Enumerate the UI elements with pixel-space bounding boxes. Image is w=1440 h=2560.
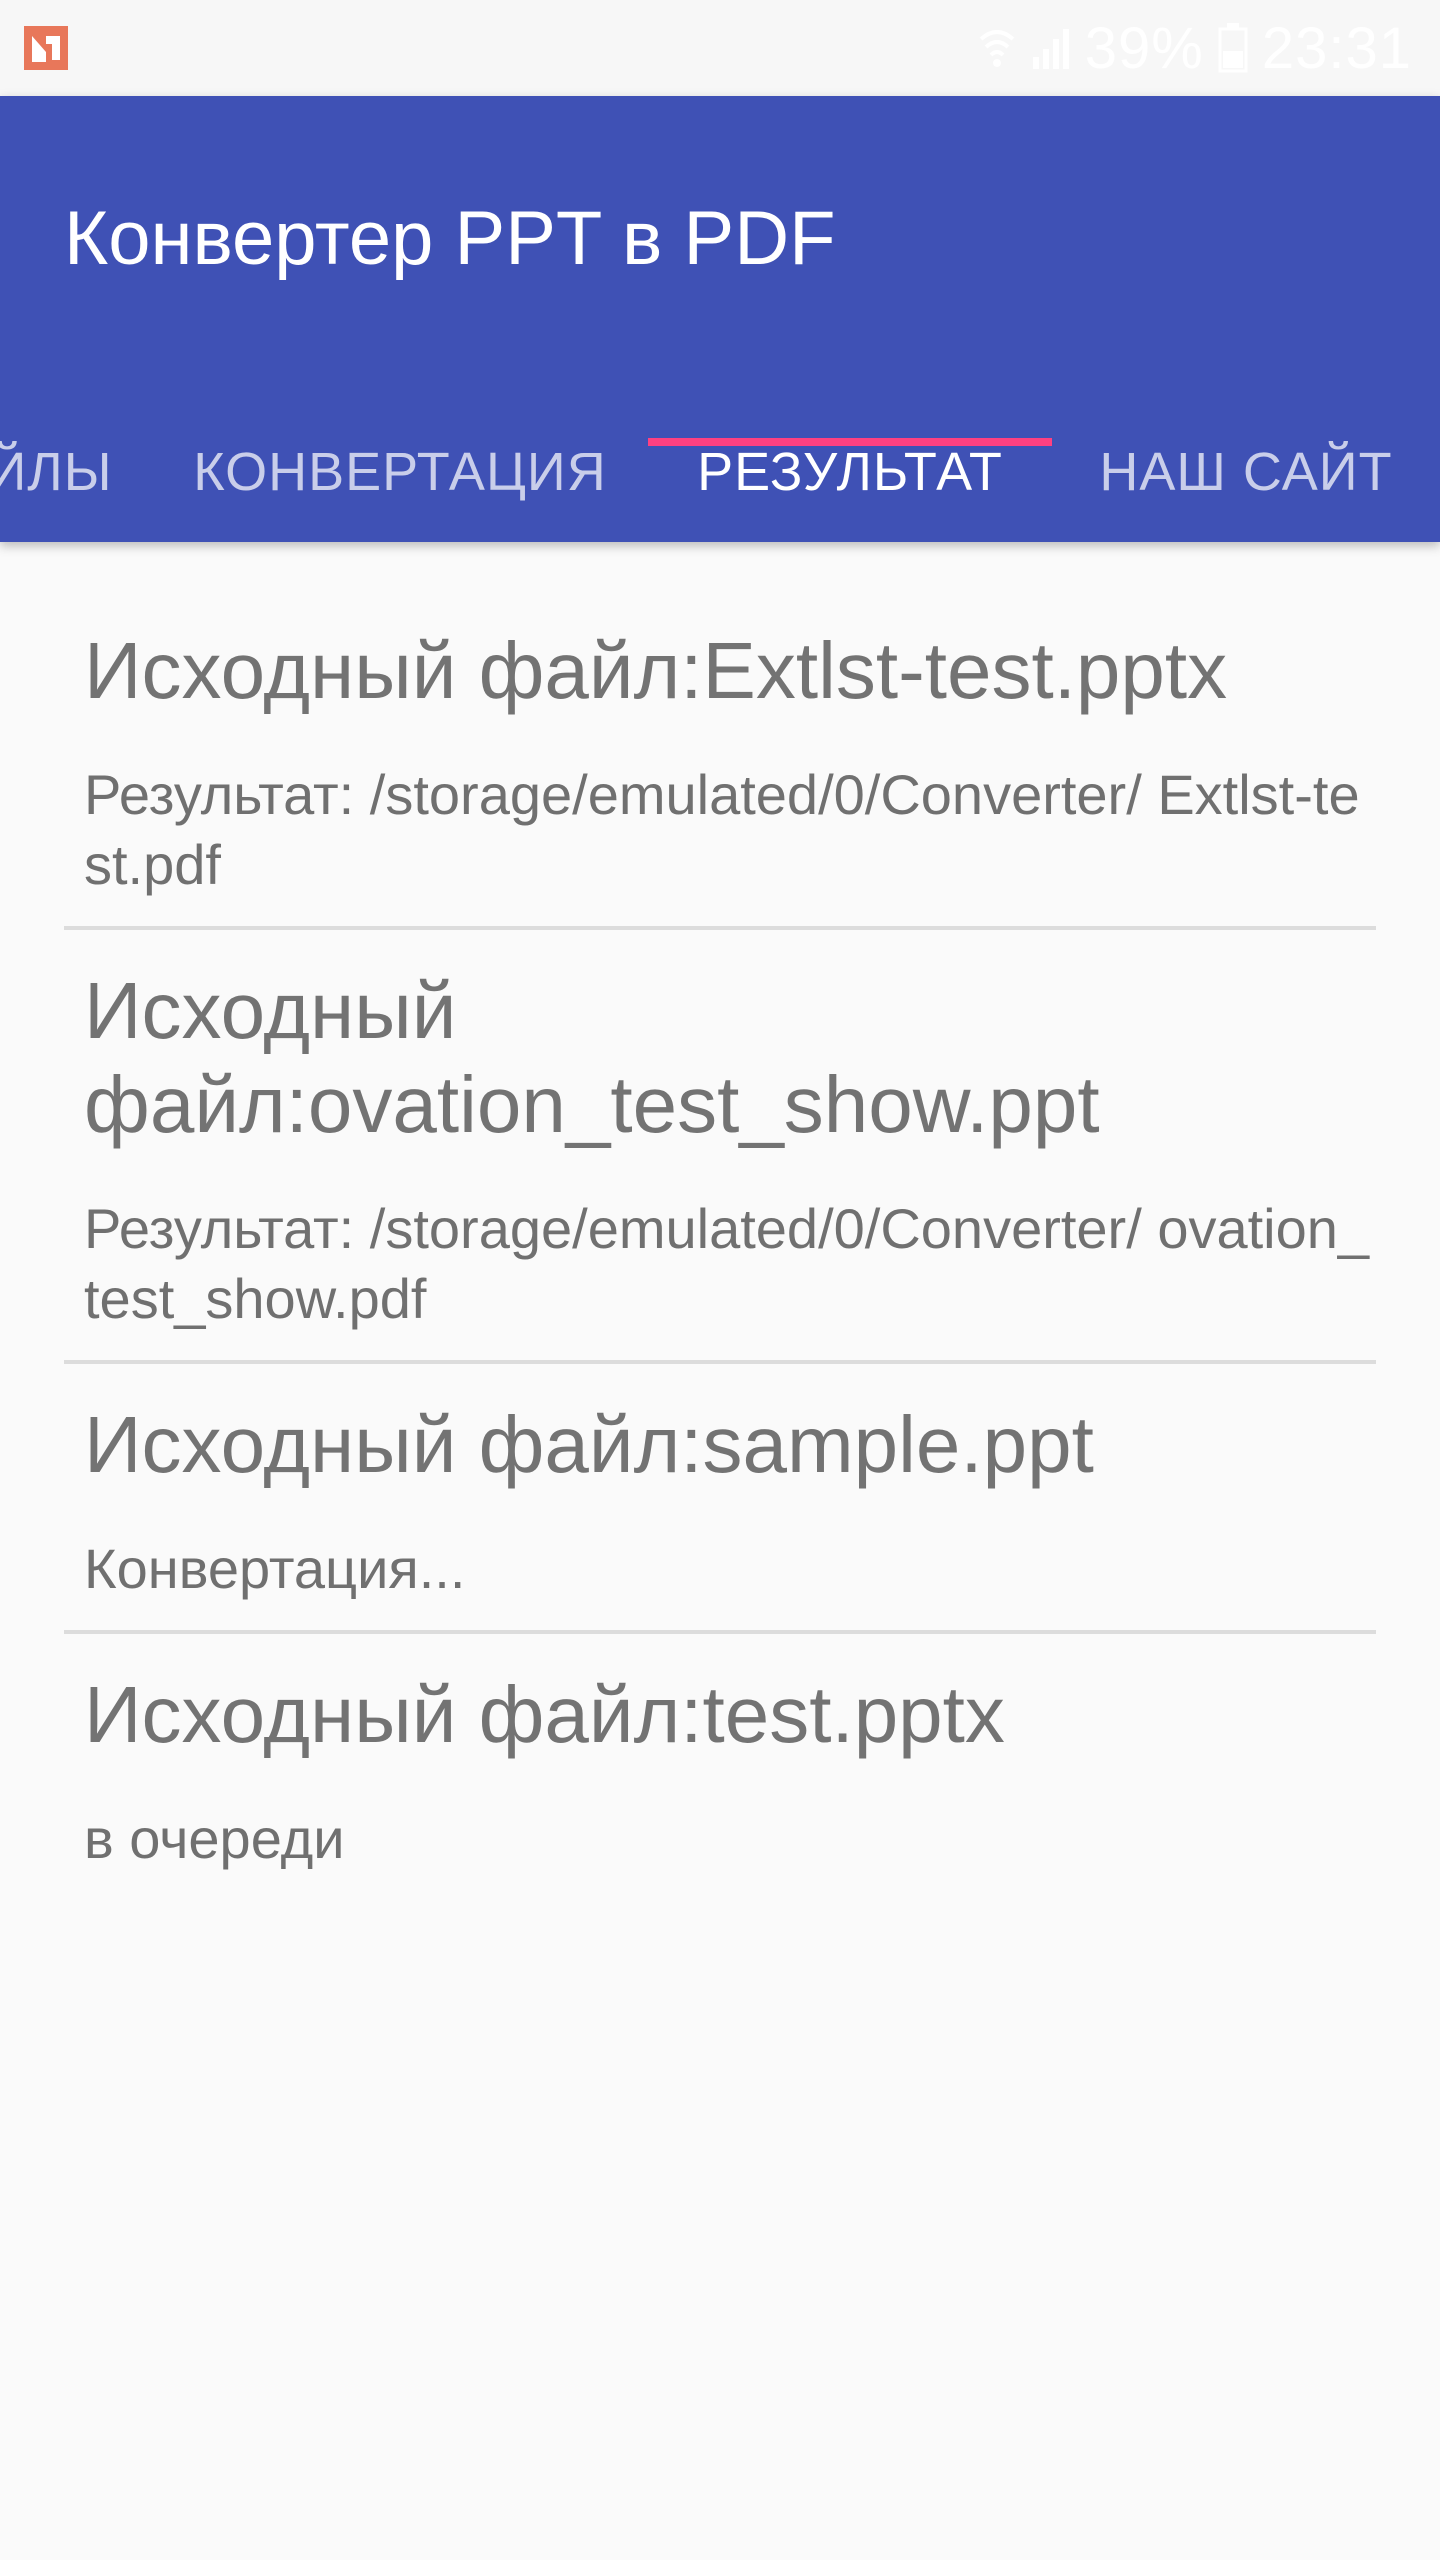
tab-bar: ЙЛЫ КОНВЕРТАЦИЯ РЕЗУЛЬТАТ НАШ САЙТ — [0, 408, 1440, 542]
tab-files[interactable]: ЙЛЫ — [0, 408, 130, 542]
list-item[interactable]: Исходный файл:ovation_test_show.ppt Резу… — [64, 930, 1376, 1364]
wifi-icon — [977, 25, 1017, 71]
source-file-title: Исходный файл:Extlst-test.pptx — [84, 626, 1228, 715]
tab-result[interactable]: РЕЗУЛЬТАТ — [648, 408, 1052, 542]
tab-our-site[interactable]: НАШ САЙТ — [1070, 408, 1422, 542]
signal-icon — [1031, 25, 1071, 71]
clock: 23:31 — [1261, 15, 1412, 81]
list-item[interactable]: Исходный файл:Extlst-test.pptx Результат… — [64, 590, 1376, 930]
app-bar: Конвертер PPT в PDF ЙЛЫ КОНВЕРТАЦИЯ РЕЗУ… — [0, 96, 1440, 542]
list-item[interactable]: Исходный файл:test.pptx в очереди — [64, 1634, 1376, 1900]
app-title: Конвертер PPT в PDF — [64, 196, 836, 281]
result-status: в очереди — [84, 1807, 345, 1870]
battery-icon — [1218, 23, 1248, 73]
result-status: Результат: /storage/emulated/0/Converter… — [84, 763, 1360, 896]
results-list: Исходный файл:Extlst-test.pptx Результат… — [64, 590, 1376, 1900]
list-item[interactable]: Исходный файл:sample.ppt Конвертация... — [64, 1364, 1376, 1634]
source-file-title: Исходный файл:test.pptx — [84, 1670, 1005, 1759]
tab-conversion[interactable]: КОНВЕРТАЦИЯ — [170, 408, 630, 542]
result-status: Результат: /storage/emulated/0/Converter… — [84, 1197, 1370, 1330]
battery-percent: 39% — [1084, 15, 1204, 81]
source-file-title: Исходный файл:sample.ppt — [84, 1400, 1094, 1489]
source-file-title: Исходный файл:ovation_test_show.ppt — [84, 966, 1100, 1149]
status-bar: 39% 23:31 — [0, 0, 1440, 96]
active-tab-indicator — [648, 438, 1052, 446]
result-status: Конвертация... — [84, 1537, 466, 1600]
status-indicators: 39% 23:31 — [977, 14, 1412, 82]
app-notification-icon — [22, 24, 70, 72]
